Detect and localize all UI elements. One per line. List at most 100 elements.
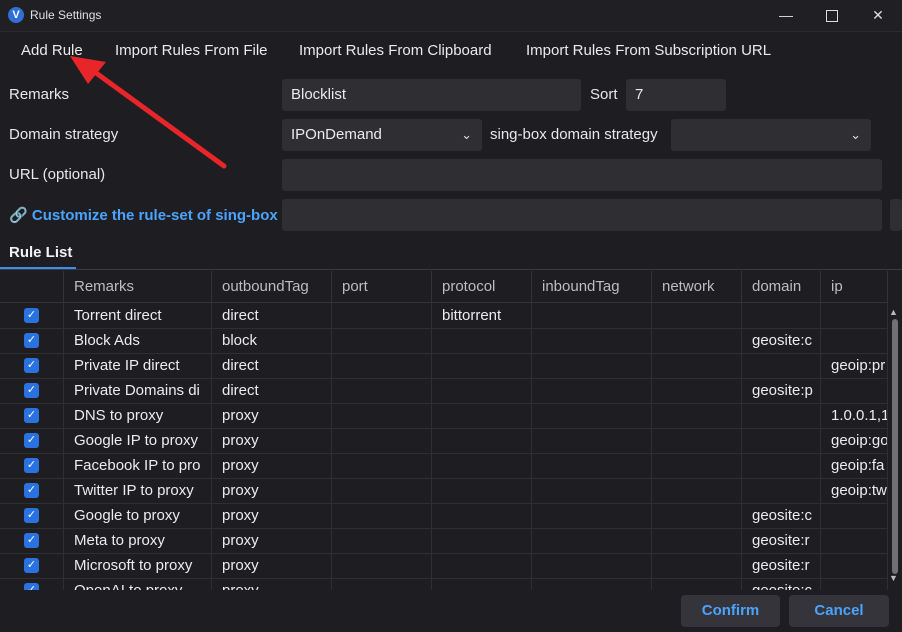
cell-network xyxy=(652,528,742,553)
add-rule-button[interactable]: Add Rule xyxy=(21,42,83,59)
ruleset-input[interactable] xyxy=(282,199,882,231)
import-clipboard-button[interactable]: Import Rules From Clipboard xyxy=(299,42,492,59)
cancel-button[interactable]: Cancel xyxy=(789,595,889,627)
cell-network xyxy=(652,303,742,328)
table-row[interactable]: ✓ Microsoft to proxy proxy geosite:r xyxy=(0,553,888,579)
cell-outbound: proxy xyxy=(212,453,332,478)
table-row[interactable]: ✓ Torrent direct direct bittorrent xyxy=(0,303,888,329)
checkbox-cell: ✓ xyxy=(0,528,64,553)
header-port[interactable]: port xyxy=(332,271,432,302)
remarks-input[interactable]: Blocklist xyxy=(282,79,581,111)
cell-port xyxy=(332,528,432,553)
table-row[interactable]: ✓ Private Domains di direct geosite:p xyxy=(0,378,888,404)
row-checkbox[interactable]: ✓ xyxy=(24,483,39,498)
row-checkbox[interactable]: ✓ xyxy=(24,508,39,523)
cell-outbound: direct xyxy=(212,353,332,378)
confirm-button[interactable]: Confirm xyxy=(681,595,780,627)
table-row[interactable]: ✓ DNS to proxy proxy 1.0.0.1,1 xyxy=(0,403,888,429)
row-checkbox[interactable]: ✓ xyxy=(24,533,39,548)
cell-remarks: Block Ads xyxy=(64,328,212,353)
cell-port xyxy=(332,453,432,478)
cell-port xyxy=(332,503,432,528)
domain-strategy-select[interactable]: IPOnDemand ⌄ xyxy=(282,119,482,151)
row-checkbox[interactable]: ✓ xyxy=(24,408,39,423)
sort-input[interactable]: 7 xyxy=(626,79,726,111)
minimize-button[interactable]: — xyxy=(764,0,808,31)
singbox-domain-strategy-label: sing-box domain strategy xyxy=(490,126,658,143)
header-inboundtag[interactable]: inboundTag xyxy=(532,271,652,302)
row-checkbox[interactable]: ✓ xyxy=(24,458,39,473)
row-checkbox[interactable]: ✓ xyxy=(24,358,39,373)
cell-network xyxy=(652,428,742,453)
cell-ip xyxy=(821,328,888,353)
singbox-domain-strategy-select[interactable]: ⌄ xyxy=(671,119,871,151)
cell-protocol xyxy=(432,378,532,403)
row-checkbox[interactable]: ✓ xyxy=(24,308,39,323)
maximize-button[interactable] xyxy=(810,0,854,31)
cell-inbound xyxy=(532,328,652,353)
scroll-up-icon[interactable]: ▲ xyxy=(889,307,898,317)
checkbox-cell: ✓ xyxy=(0,353,64,378)
table-row[interactable]: ✓ Twitter IP to proxy proxy geoip:tw xyxy=(0,478,888,504)
ruleset-link[interactable]: 🔗 Customize the rule-set of sing-box xyxy=(9,206,278,224)
window-title: Rule Settings xyxy=(30,8,102,22)
row-checkbox[interactable]: ✓ xyxy=(24,583,39,590)
checkbox-cell: ✓ xyxy=(0,328,64,353)
cell-protocol: bittorrent xyxy=(432,303,532,328)
cell-outbound: proxy xyxy=(212,528,332,553)
cell-network xyxy=(652,578,742,590)
cell-port xyxy=(332,478,432,503)
cell-inbound xyxy=(532,303,652,328)
cell-inbound xyxy=(532,453,652,478)
table-row[interactable]: ✓ Meta to proxy proxy geosite:r xyxy=(0,528,888,554)
table-row[interactable]: ✓ Private IP direct direct geoip:pr xyxy=(0,353,888,379)
table-row[interactable]: ✓ Google to proxy proxy geosite:c xyxy=(0,503,888,529)
import-file-button[interactable]: Import Rules From File xyxy=(115,42,268,59)
cell-protocol xyxy=(432,478,532,503)
header-domain[interactable]: domain xyxy=(742,271,821,302)
header-ip[interactable]: ip xyxy=(821,271,888,302)
cell-ip xyxy=(821,503,888,528)
cell-port xyxy=(332,328,432,353)
header-network[interactable]: network xyxy=(652,271,742,302)
header-outboundtag[interactable]: outboundTag xyxy=(212,271,332,302)
row-checkbox[interactable]: ✓ xyxy=(24,433,39,448)
close-button[interactable]: ✕ xyxy=(856,0,900,31)
row-checkbox[interactable]: ✓ xyxy=(24,333,39,348)
cell-network xyxy=(652,553,742,578)
table-row[interactable]: ✓ Google IP to proxy proxy geoip:go xyxy=(0,428,888,454)
header-remarks[interactable]: Remarks xyxy=(64,271,212,302)
cell-port xyxy=(332,553,432,578)
maximize-icon xyxy=(826,10,838,23)
checkbox-cell: ✓ xyxy=(0,453,64,478)
table-row[interactable]: ✓ Block Ads block geosite:c xyxy=(0,328,888,354)
table-scrollbar[interactable]: ▲ ▼ xyxy=(889,307,899,587)
row-checkbox[interactable]: ✓ xyxy=(24,558,39,573)
import-subscription-button[interactable]: Import Rules From Subscription URL xyxy=(526,42,771,59)
cell-remarks: Google to proxy xyxy=(64,503,212,528)
table-header: Remarks outboundTag port protocol inboun… xyxy=(0,271,888,303)
cell-protocol xyxy=(432,553,532,578)
cell-remarks: Private IP direct xyxy=(64,353,212,378)
checkbox-cell: ✓ xyxy=(0,478,64,503)
header-protocol[interactable]: protocol xyxy=(432,271,532,302)
ruleset-button[interactable] xyxy=(890,199,902,231)
header-checkbox-col xyxy=(0,271,64,302)
table-row[interactable]: ✓ OpenAI to proxyproxy geosite:c xyxy=(0,578,888,590)
cell-ip xyxy=(821,303,888,328)
cell-remarks: Google IP to proxy xyxy=(64,428,212,453)
tab-rule-list[interactable]: Rule List xyxy=(9,244,72,261)
cell-remarks: Meta to proxy xyxy=(64,528,212,553)
scroll-down-icon[interactable]: ▼ xyxy=(889,573,898,583)
cell-network xyxy=(652,353,742,378)
cell-inbound xyxy=(532,428,652,453)
cell-outbound: direct xyxy=(212,303,332,328)
cell-remarks: Private Domains di xyxy=(64,378,212,403)
ruleset-link-text: Customize the rule-set of sing-box xyxy=(31,207,278,224)
cell-protocol xyxy=(432,353,532,378)
cell-port xyxy=(332,303,432,328)
url-input[interactable] xyxy=(282,159,882,191)
scroll-thumb[interactable] xyxy=(892,319,898,574)
table-row[interactable]: ✓ Facebook IP to pro proxy geoip:fa xyxy=(0,453,888,479)
row-checkbox[interactable]: ✓ xyxy=(24,383,39,398)
